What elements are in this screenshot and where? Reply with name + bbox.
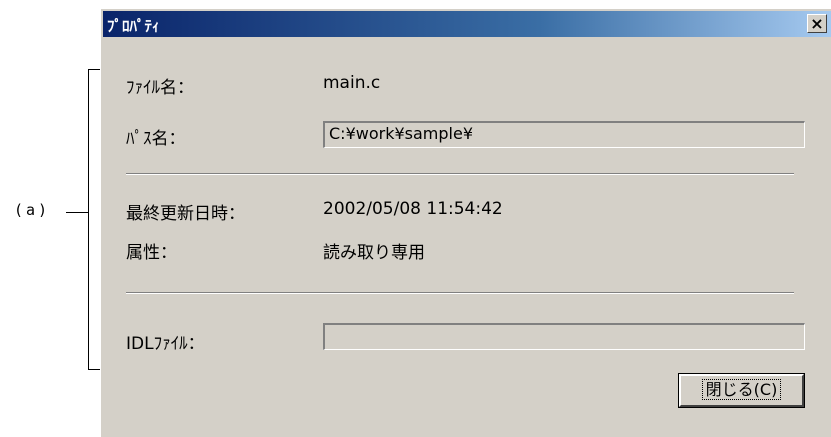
filename-label: ﾌｧｲﾙ名：	[126, 78, 194, 98]
bracket-stub	[66, 212, 88, 213]
filename-value: main.c	[323, 73, 381, 93]
close-button-label: 閉じる(C)	[701, 379, 782, 400]
close-icon[interactable]: ×	[807, 14, 827, 33]
modified-label: 最終更新日時：	[126, 204, 245, 224]
bracket-vertical	[88, 69, 89, 369]
modified-value: 2002/05/08 11:54:42	[323, 199, 503, 219]
dialog-title: ﾌﾟﾛﾊﾟﾃｨ	[107, 17, 160, 35]
path-label: ﾊﾟｽ名：	[126, 129, 186, 149]
close-button[interactable]: 閉じる(C)	[678, 373, 805, 408]
attribute-value: 読み取り専用	[323, 243, 425, 263]
idl-file-label: IDLﾌｧｲﾙ：	[126, 334, 205, 354]
idl-file-field[interactable]	[323, 323, 805, 350]
properties-dialog: ﾌﾟﾛﾊﾟﾃｨ × ﾌｧｲﾙ名： main.c ﾊﾟｽ名： C:¥work¥sa…	[100, 8, 831, 437]
path-field[interactable]: C:¥work¥sample¥	[323, 121, 805, 148]
separator-bottom	[126, 292, 794, 294]
attribute-label: 属性：	[126, 243, 177, 263]
annotation-label: (a)	[14, 201, 51, 219]
title-bar: ﾌﾟﾛﾊﾟﾃｨ ×	[103, 11, 831, 37]
separator-top	[126, 173, 794, 175]
